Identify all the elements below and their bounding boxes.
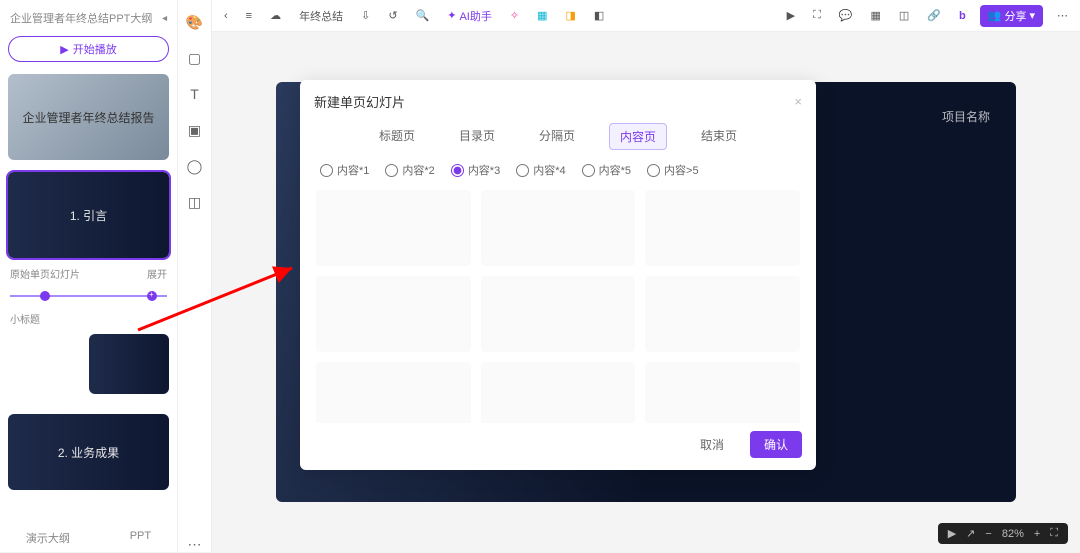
ai-assistant-button[interactable]: ✦ AI助手	[443, 6, 496, 26]
back-icon[interactable]: ‹	[220, 8, 232, 24]
zoom-in-icon[interactable]: +	[1034, 528, 1040, 540]
tab-divider-page[interactable]: 分隔页	[529, 123, 585, 150]
tool-c-icon[interactable]: ◨	[561, 7, 579, 24]
template-card[interactable]	[645, 362, 800, 423]
sidebar-tab-ppt[interactable]: PPT	[130, 530, 151, 546]
sub-label: 小标题	[10, 311, 40, 326]
template-card[interactable]	[316, 362, 471, 423]
start-play-button[interactable]: ▶ 开始播放	[8, 36, 169, 62]
chart-icon[interactable]: ◫	[187, 194, 203, 210]
sidebar: 企业管理者年终总结PPT大纲 ▾ ▶ 开始播放 企业管理者年终总结报告 1. 引…	[0, 0, 178, 552]
slide-thumb-3[interactable]: 2. 业务成果	[8, 414, 169, 490]
layers-icon[interactable]: ◫	[895, 7, 913, 24]
timeline[interactable]	[10, 289, 167, 303]
crop-icon[interactable]: ▢	[187, 50, 203, 66]
zoom-out-icon[interactable]: −	[985, 528, 991, 540]
radio-content-5[interactable]: 内容*5	[582, 162, 631, 178]
slide-thumb-sub[interactable]	[89, 334, 169, 394]
search-icon[interactable]: 🔍	[412, 7, 434, 24]
chevron-down-icon: ▾	[159, 15, 170, 20]
bottom-toolbar: ▶ ↗ − 82% + ⛶	[938, 523, 1068, 544]
template-card[interactable]	[316, 190, 471, 266]
color-dots-icon[interactable]: ⋯	[187, 536, 203, 552]
timeline-dot[interactable]	[40, 291, 50, 301]
tool-d-icon[interactable]: ◧	[590, 7, 608, 24]
pointer-icon[interactable]: ↗	[966, 527, 975, 540]
cancel-button[interactable]: 取消	[686, 431, 738, 458]
play-icon[interactable]: ▶	[948, 527, 956, 540]
more-icon[interactable]: ⋯	[1053, 7, 1072, 24]
share-button[interactable]: 👥 分享 ▾	[980, 5, 1043, 27]
modal-tabs: 标题页 目录页 分隔页 内容页 结束页	[314, 123, 802, 150]
slide-thumb-label: 2. 业务成果	[58, 444, 119, 461]
section-label: 原始单页幻灯片	[10, 266, 80, 281]
slide-project: 项目名称	[942, 108, 990, 125]
grid-icon[interactable]: ▦	[867, 7, 885, 24]
radio-content-1[interactable]: 内容*1	[320, 162, 369, 178]
slide-thumb-label: 企业管理者年终总结报告	[22, 109, 154, 126]
content-count-radios: 内容*1 内容*2 内容*3 内容*4 内容*5 内容>5	[320, 162, 796, 178]
menu-icon[interactable]: ≡	[242, 8, 256, 24]
template-card[interactable]	[481, 276, 636, 352]
link-icon[interactable]: 🔗	[923, 7, 945, 24]
slide-thumb-2[interactable]: 1. 引言	[8, 172, 169, 258]
tool-column: 🎨 ▢ T ▣ ◯ ◫ ⋯	[178, 0, 212, 552]
radio-content-3[interactable]: 内容*3	[451, 162, 500, 178]
slide-thumb-label: 1. 引言	[70, 207, 107, 224]
document-title-row[interactable]: 企业管理者年终总结PPT大纲 ▾	[6, 6, 171, 30]
tool-b-icon[interactable]: ▦	[533, 7, 551, 24]
tab-title-page[interactable]: 标题页	[369, 123, 425, 150]
play-icon: ▶	[60, 43, 68, 56]
tool-a-icon[interactable]: ✧	[506, 7, 523, 24]
text-icon[interactable]: T	[187, 86, 203, 102]
document-title: 企业管理者年终总结PPT大纲	[10, 10, 152, 26]
image-icon[interactable]: ▣	[187, 122, 203, 138]
timeline-add-icon[interactable]	[147, 291, 157, 301]
slide-thumb-1[interactable]: 企业管理者年终总结报告	[8, 74, 169, 160]
history-icon[interactable]: ↺	[384, 7, 401, 24]
template-grid	[314, 188, 802, 423]
section-expand[interactable]: 展开	[147, 266, 167, 281]
fullscreen-icon[interactable]: ⛶	[1050, 527, 1058, 540]
comment-icon[interactable]: 💬	[835, 7, 857, 24]
tab-toc-page[interactable]: 目录页	[449, 123, 505, 150]
doc-name[interactable]: 年终总结	[295, 6, 347, 26]
shape-icon[interactable]: ◯	[187, 158, 203, 174]
tab-content-page[interactable]: 内容页	[609, 123, 667, 150]
template-card[interactable]	[481, 190, 636, 266]
cloud-icon[interactable]: ☁	[266, 7, 285, 24]
modal-title: 新建单页幻灯片	[314, 92, 405, 111]
template-card[interactable]	[316, 276, 471, 352]
sidebar-tab-outline[interactable]: 演示大纲	[26, 530, 70, 546]
radio-content-4[interactable]: 内容*4	[516, 162, 565, 178]
radio-content-gt5[interactable]: 内容>5	[647, 162, 699, 178]
template-card[interactable]	[645, 190, 800, 266]
template-card[interactable]	[481, 362, 636, 423]
zoom-level[interactable]: 82%	[1002, 528, 1024, 540]
ok-button[interactable]: 确认	[750, 431, 802, 458]
palette-icon[interactable]: 🎨	[187, 14, 203, 30]
present-icon[interactable]: ⛶	[809, 7, 825, 24]
start-play-label: 开始播放	[73, 41, 117, 57]
close-icon[interactable]: ×	[794, 94, 802, 109]
radio-content-2[interactable]: 内容*2	[385, 162, 434, 178]
new-slide-modal: 新建单页幻灯片 × 标题页 目录页 分隔页 内容页 结束页 内容*1 内容*2 …	[300, 80, 816, 470]
topbar: ‹ ≡ ☁ 年终总结 ⇩ ↺ 🔍 ✦ AI助手 ✧ ▦ ◨ ◧ ▶ ⛶ 💬 ▦ …	[212, 0, 1080, 32]
logo-icon[interactable]: b	[955, 8, 970, 24]
export-icon[interactable]: ⇩	[357, 7, 374, 24]
template-card[interactable]	[645, 276, 800, 352]
tab-end-page[interactable]: 结束页	[691, 123, 747, 150]
play-icon[interactable]: ▶	[783, 7, 799, 24]
